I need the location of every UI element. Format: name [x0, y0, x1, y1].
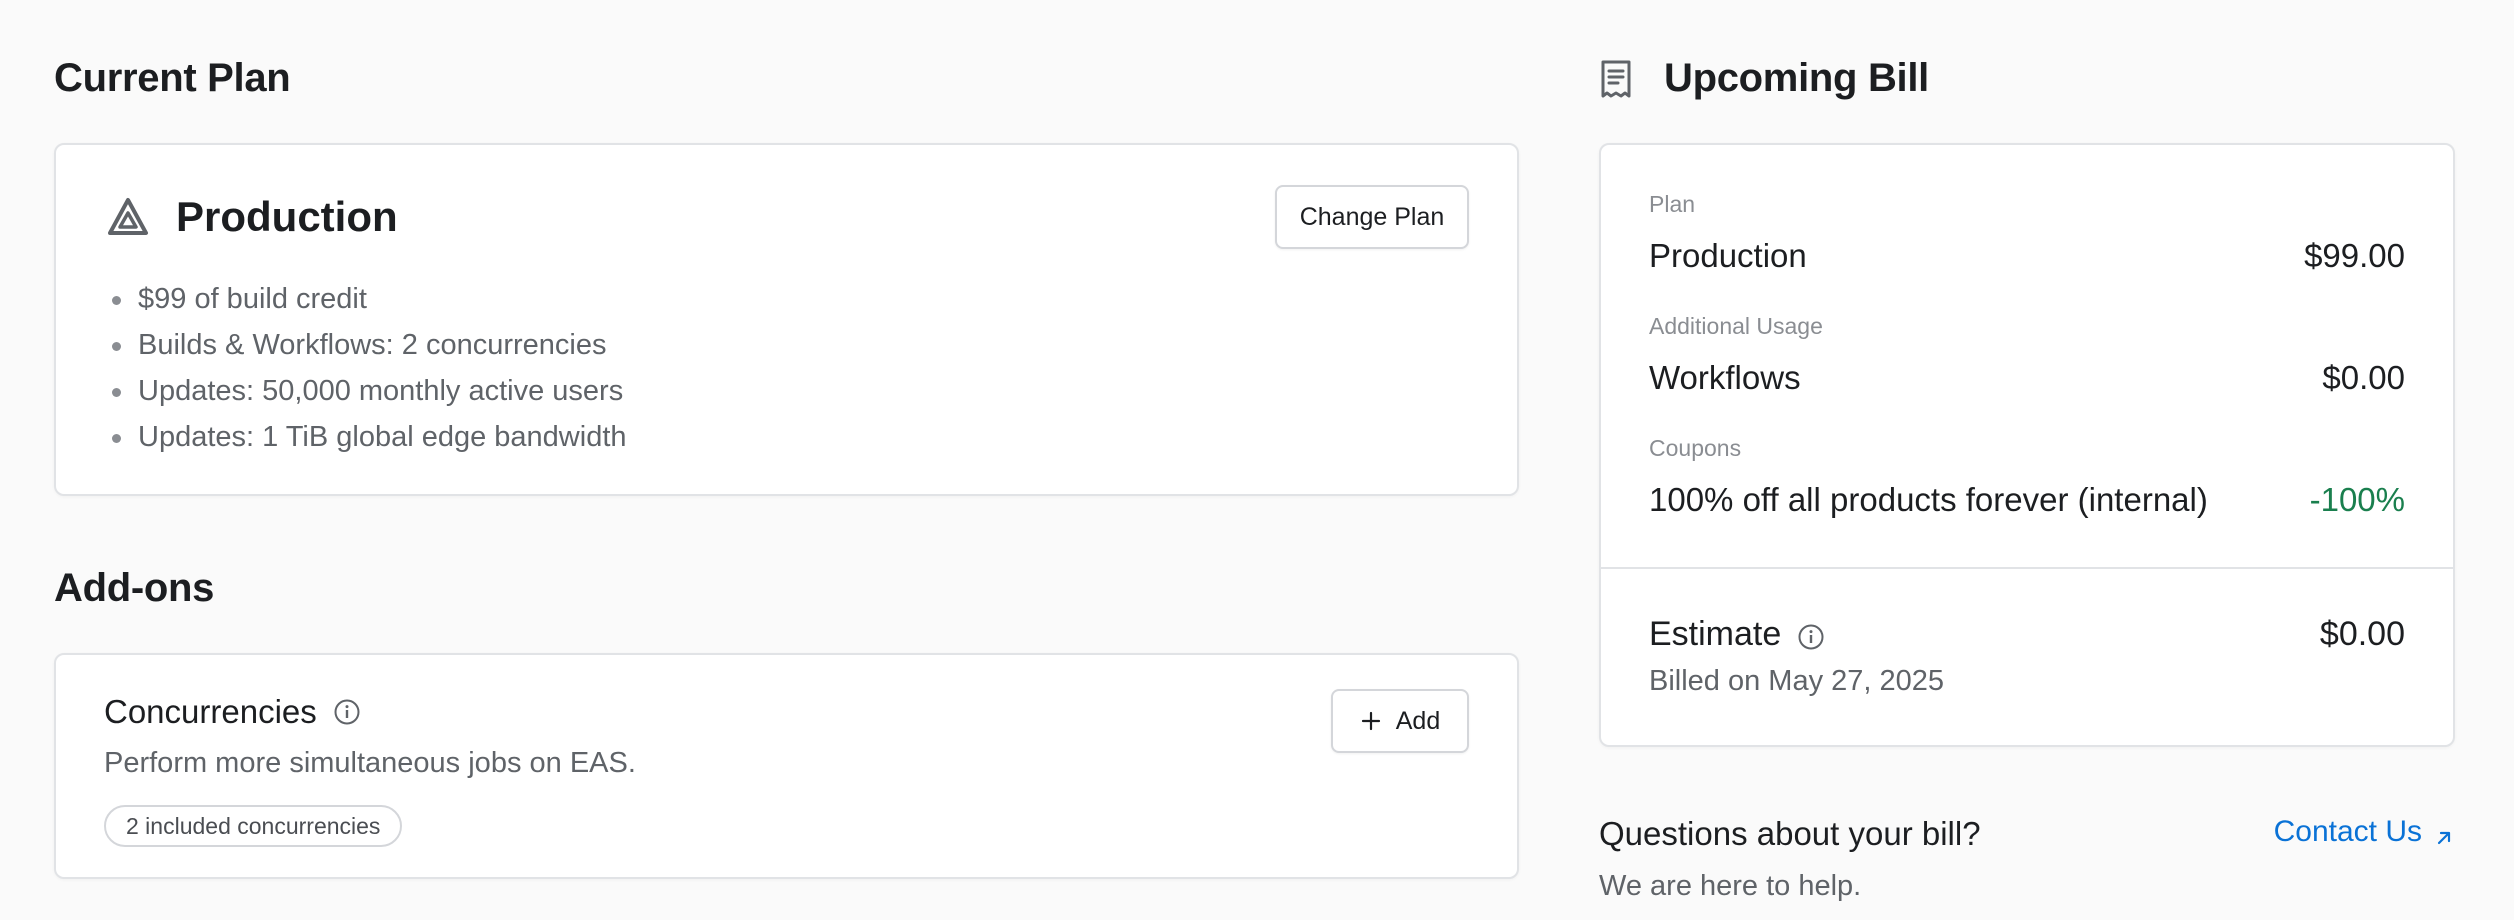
- estimate-amount: $0.00: [2319, 615, 2405, 653]
- info-icon[interactable]: [333, 698, 361, 726]
- bill-row-plan: Production $99.00: [1649, 237, 2405, 275]
- plus-icon: [1360, 710, 1382, 732]
- upcoming-bill-card: Plan Production $99.00 Additional Usage …: [1599, 143, 2455, 747]
- estimate-row: Estimate $0.00: [1649, 615, 2405, 654]
- bill-help-text: We are here to help.: [1599, 870, 1862, 902]
- plan-features-list: $99 of build credit Builds & Workflows: …: [106, 276, 627, 460]
- contact-us-link[interactable]: Contact Us: [2274, 815, 2454, 849]
- bill-item-name: Production: [1649, 237, 1807, 274]
- addon-description: Perform more simultaneous jobs on EAS.: [104, 747, 636, 779]
- bill-row-usage: Workflows $0.00: [1649, 359, 2405, 397]
- add-concurrency-button[interactable]: Add: [1331, 689, 1469, 753]
- plan-feature-item: Updates: 1 TiB global edge bandwidth: [106, 414, 627, 460]
- bill-group-label: Additional Usage: [1649, 313, 1823, 339]
- contact-us-label: Contact Us: [2273, 815, 2422, 848]
- plan-feature-item: Updates: 50,000 monthly active users: [106, 368, 627, 414]
- bill-item-name: Workflows: [1649, 359, 1801, 396]
- addon-header: Concurrencies: [104, 693, 361, 731]
- change-plan-button[interactable]: Change Plan: [1275, 185, 1469, 249]
- bill-divider: [1601, 567, 2453, 569]
- included-concurrencies-badge: 2 included concurrencies: [104, 805, 403, 847]
- billed-on-date: Billed on May 27, 2025: [1649, 665, 1945, 697]
- bill-group-label: Coupons: [1649, 435, 1742, 461]
- current-plan-title: Current Plan: [54, 56, 291, 100]
- estimate-label-group: Estimate: [1649, 615, 1825, 654]
- estimate-label: Estimate: [1649, 615, 1782, 653]
- bill-item-amount: -100%: [2309, 481, 2405, 518]
- bill-item-amount: $0.00: [2322, 359, 2405, 396]
- receipt-icon: [1598, 59, 1634, 99]
- info-icon[interactable]: [1797, 621, 1825, 649]
- addons-title: Add-ons: [54, 566, 215, 610]
- bill-questions-heading: Questions about your bill?: [1599, 815, 1981, 852]
- external-arrow-icon: [2434, 822, 2454, 845]
- bill-group-label: Plan: [1649, 191, 1696, 217]
- bill-item-amount: $99.00: [2304, 237, 2405, 274]
- add-button-label: Add: [1395, 706, 1441, 735]
- bill-row-coupon: 100% off all products forever (internal)…: [1649, 481, 2405, 519]
- plan-feature-item: Builds & Workflows: 2 concurrencies: [106, 322, 627, 368]
- billing-page: Current Plan Production Change Plan $99 …: [0, 0, 2514, 920]
- plan-feature-item: $99 of build credit: [106, 276, 627, 322]
- addon-title: Concurrencies: [104, 693, 317, 730]
- addon-card-concurrencies: Concurrencies Perform more simultaneous …: [54, 653, 1519, 879]
- production-triangle-icon: [106, 195, 150, 239]
- plan-header: Production: [106, 193, 398, 241]
- bill-item-name: 100% off all products forever (internal): [1649, 481, 2208, 518]
- upcoming-bill-header: Upcoming Bill: [1598, 56, 1929, 101]
- current-plan-card: Production Change Plan $99 of build cred…: [54, 143, 1519, 496]
- upcoming-bill-title: Upcoming Bill: [1664, 56, 1929, 100]
- plan-name: Production: [176, 193, 398, 240]
